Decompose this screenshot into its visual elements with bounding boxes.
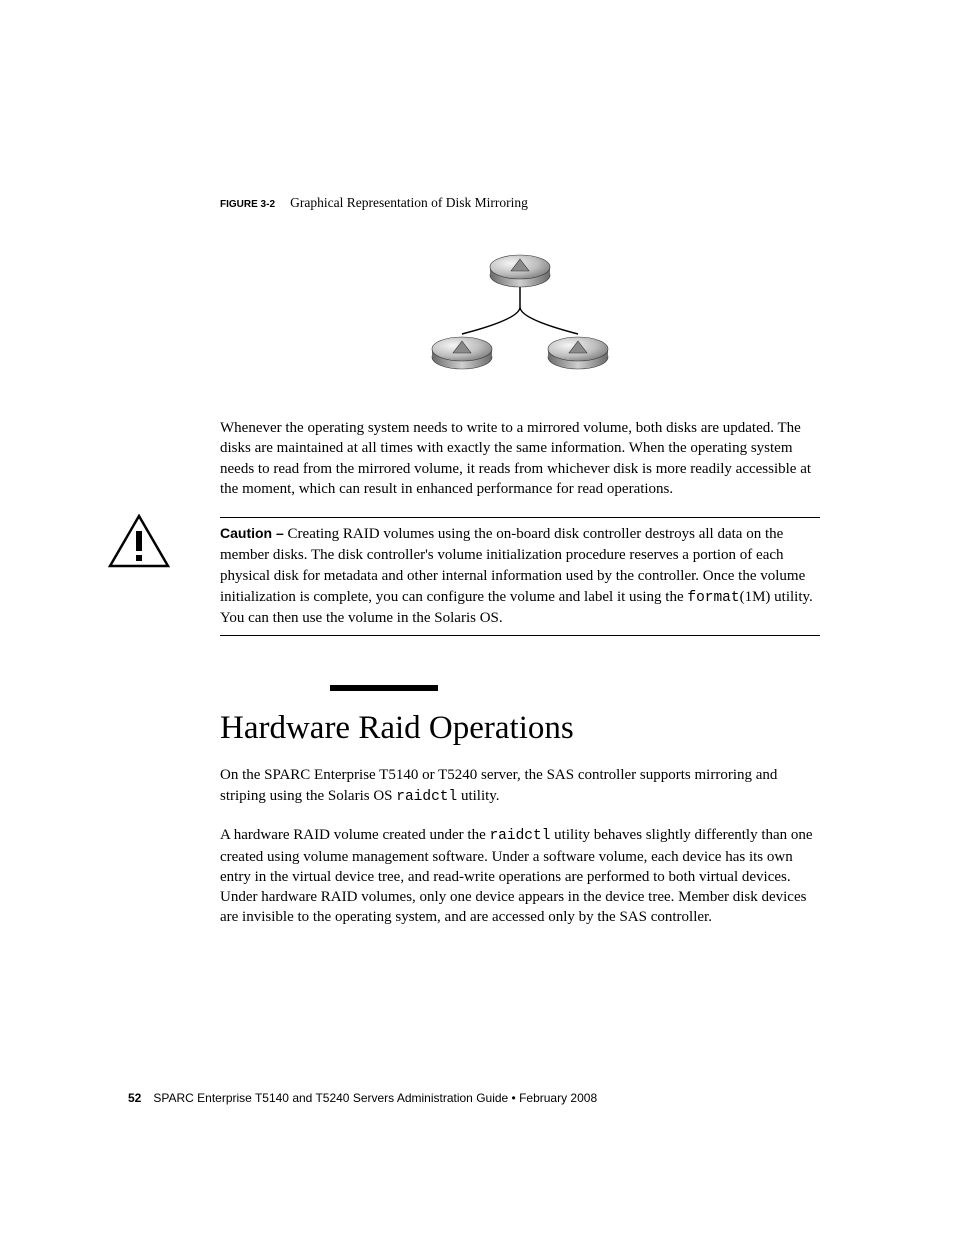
- content-column: FIGURE 3-2 Graphical Representation of D…: [220, 195, 820, 946]
- para3-mono: raidctl: [489, 828, 550, 844]
- caution-label: Caution –: [220, 525, 284, 541]
- page-number: 52: [128, 1091, 141, 1105]
- caution-mono: format: [687, 590, 739, 606]
- section-bar: [330, 685, 438, 691]
- section-heading: Hardware Raid Operations: [220, 710, 820, 747]
- paragraph-1: Whenever the operating system needs to w…: [220, 418, 820, 499]
- footer-text: SPARC Enterprise T5140 and T5240 Servers…: [153, 1091, 597, 1105]
- figure-number: FIGURE 3-2: [220, 199, 275, 210]
- figure-diagram: [220, 239, 820, 394]
- para2-mono: raidctl: [396, 789, 457, 805]
- paragraph-2: On the SPARC Enterprise T5140 or T5240 s…: [220, 765, 820, 807]
- page: FIGURE 3-2 Graphical Representation of D…: [0, 0, 954, 1235]
- para3-before: A hardware RAID volume created under the: [220, 827, 489, 843]
- paragraph-3: A hardware RAID volume created under the…: [220, 825, 820, 928]
- figure-label: FIGURE 3-2 Graphical Representation of D…: [220, 195, 820, 211]
- disk-mirroring-diagram: [410, 239, 630, 389]
- page-footer: 52 SPARC Enterprise T5140 and T5240 Serve…: [128, 1091, 597, 1105]
- caution-icon: [108, 514, 170, 575]
- caution-box: Caution – Creating RAID volumes using th…: [220, 517, 820, 636]
- figure-caption: Graphical Representation of Disk Mirrori…: [290, 195, 528, 210]
- para2-after: utility.: [457, 788, 499, 804]
